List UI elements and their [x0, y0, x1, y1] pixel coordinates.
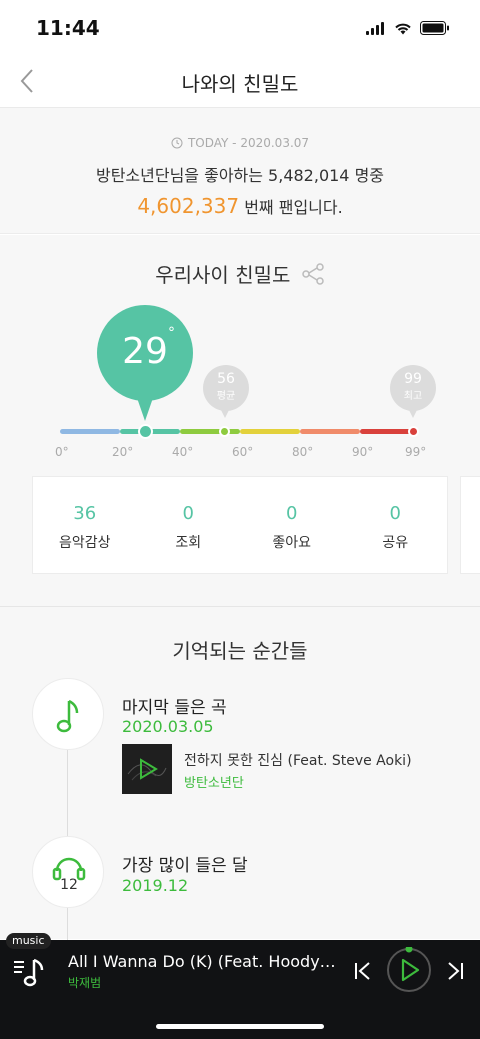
intimacy-title-row: 우리사이 친밀도 — [0, 259, 480, 290]
fan-rank-suffix: 번째 팬입니다. — [239, 198, 343, 217]
stat-shares: 0 공유 — [344, 477, 448, 573]
average-bubble: 56 평균 — [203, 365, 249, 411]
music-note-icon — [56, 699, 79, 733]
page-title: 나와의 친밀도 — [181, 72, 299, 96]
status-icons — [366, 20, 450, 39]
tick-label: 20° — [112, 445, 134, 459]
scale-segment-5 — [300, 429, 360, 434]
now-playing-artist[interactable]: 박재범 — [68, 974, 101, 991]
last-song-date: 2020.03.05 — [122, 717, 214, 736]
stat-value: 0 — [182, 503, 194, 524]
intimacy-section: 우리사이 친밀도 29 ° 56 평균 99 최고 0° 20° 40° 60°… — [0, 235, 480, 607]
stat-value: 36 — [73, 503, 97, 524]
tick-label: 60° — [232, 445, 254, 459]
signal-icon — [366, 20, 386, 39]
last-song-name[interactable]: 전하지 못한 진심 (Feat. Steve Aoki) — [184, 750, 412, 770]
stat-views: 0 조회 — [137, 477, 241, 573]
clock-icon — [171, 137, 183, 149]
my-intimacy-marker — [138, 424, 153, 439]
stat-label: 조회 — [175, 535, 202, 551]
top-month-title: 가장 많이 들은 달 — [122, 856, 248, 876]
tick-label: 90° — [352, 445, 374, 459]
wifi-icon — [394, 20, 412, 39]
fan-rank-line: 4,602,337 번째 팬입니다. — [0, 194, 480, 218]
stat-likes: 0 좋아요 — [240, 477, 344, 573]
stat-listen: 36 음악감상 — [33, 477, 137, 573]
stat-label: 음악감상 — [58, 535, 111, 551]
scale-segment-6 — [360, 429, 414, 434]
playlist-icon[interactable] — [12, 954, 48, 990]
my-intimacy-bubble-tail — [136, 395, 154, 421]
scale-segment-3 — [180, 429, 240, 434]
album-art[interactable] — [122, 744, 172, 794]
last-song-icon-circle — [32, 678, 104, 750]
scale-segment-4 — [240, 429, 300, 434]
next-icon — [448, 962, 463, 980]
tick-label: 40° — [172, 445, 194, 459]
stat-value: 0 — [286, 503, 298, 524]
tick-label: 99° — [405, 445, 427, 459]
stat-label: 공유 — [382, 535, 409, 551]
top-month-count: 12 — [60, 877, 78, 893]
last-song-title: 마지막 들은 곡 — [122, 698, 227, 718]
max-label: 최고 — [403, 391, 423, 402]
average-marker — [219, 426, 230, 437]
max-value: 99 — [404, 371, 422, 387]
fan-count-text: 방탄소년단님을 좋아하는 5,482,014 명중 — [95, 166, 385, 185]
moments-section: 기억되는 순간들 마지막 들은 곡 2020.03.05 전하지 못한 진심 (… — [0, 607, 480, 943]
today-row: TODAY - 2020.03.07 — [0, 136, 480, 150]
nav-bar: 나와의 친밀도 — [0, 56, 480, 108]
scale-segment-1 — [60, 429, 120, 434]
last-song-artist[interactable]: 방탄소년단 — [184, 772, 244, 791]
previous-icon — [355, 962, 370, 980]
play-button[interactable] — [386, 945, 432, 993]
mini-player[interactable]: music All I Wanna Do (K) (Feat. Hoody, L… — [0, 933, 480, 1039]
home-indicator — [156, 1024, 324, 1029]
average-value: 56 — [217, 371, 235, 387]
share-icon[interactable] — [301, 263, 325, 290]
top-month-icon-circle: 12 — [32, 836, 104, 908]
top-month-date: 2019.12 — [122, 876, 189, 895]
tick-label: 80° — [292, 445, 314, 459]
fan-summary: TODAY - 2020.03.07 방탄소년단님을 좋아하는 5,482,01… — [0, 108, 480, 234]
next-button[interactable] — [442, 958, 468, 984]
my-intimacy-value: 29 — [122, 331, 168, 372]
average-label: 평균 — [216, 391, 236, 402]
max-bubble: 99 최고 — [390, 365, 436, 411]
max-bubble-tail — [408, 408, 418, 418]
my-intimacy-degree: ° — [168, 325, 175, 341]
tick-label: 0° — [55, 445, 69, 459]
today-date: TODAY - 2020.03.07 — [187, 136, 310, 150]
status-time: 11:44 — [36, 16, 100, 40]
battery-icon — [420, 20, 450, 39]
fan-rank-number: 4,602,337 — [137, 194, 240, 218]
max-marker — [408, 426, 419, 437]
next-stats-card[interactable] — [460, 476, 480, 574]
activity-stats-card[interactable]: 36 음악감상 0 조회 0 좋아요 0 공유 — [32, 476, 448, 574]
now-playing-title[interactable]: All I Wanna Do (K) (Feat. Hoody, Loco) — [68, 952, 340, 971]
average-bubble-tail — [220, 408, 230, 418]
previous-button[interactable] — [350, 958, 376, 984]
moments-title: 기억되는 순간들 — [172, 639, 308, 663]
play-icon — [387, 945, 431, 992]
intimacy-title: 우리사이 친밀도 — [155, 263, 291, 287]
headphones-icon — [52, 857, 86, 881]
stat-label: 좋아요 — [272, 535, 312, 551]
music-tag: music — [6, 933, 51, 949]
stat-value: 0 — [389, 503, 401, 524]
status-bar: 11:44 — [0, 0, 480, 56]
